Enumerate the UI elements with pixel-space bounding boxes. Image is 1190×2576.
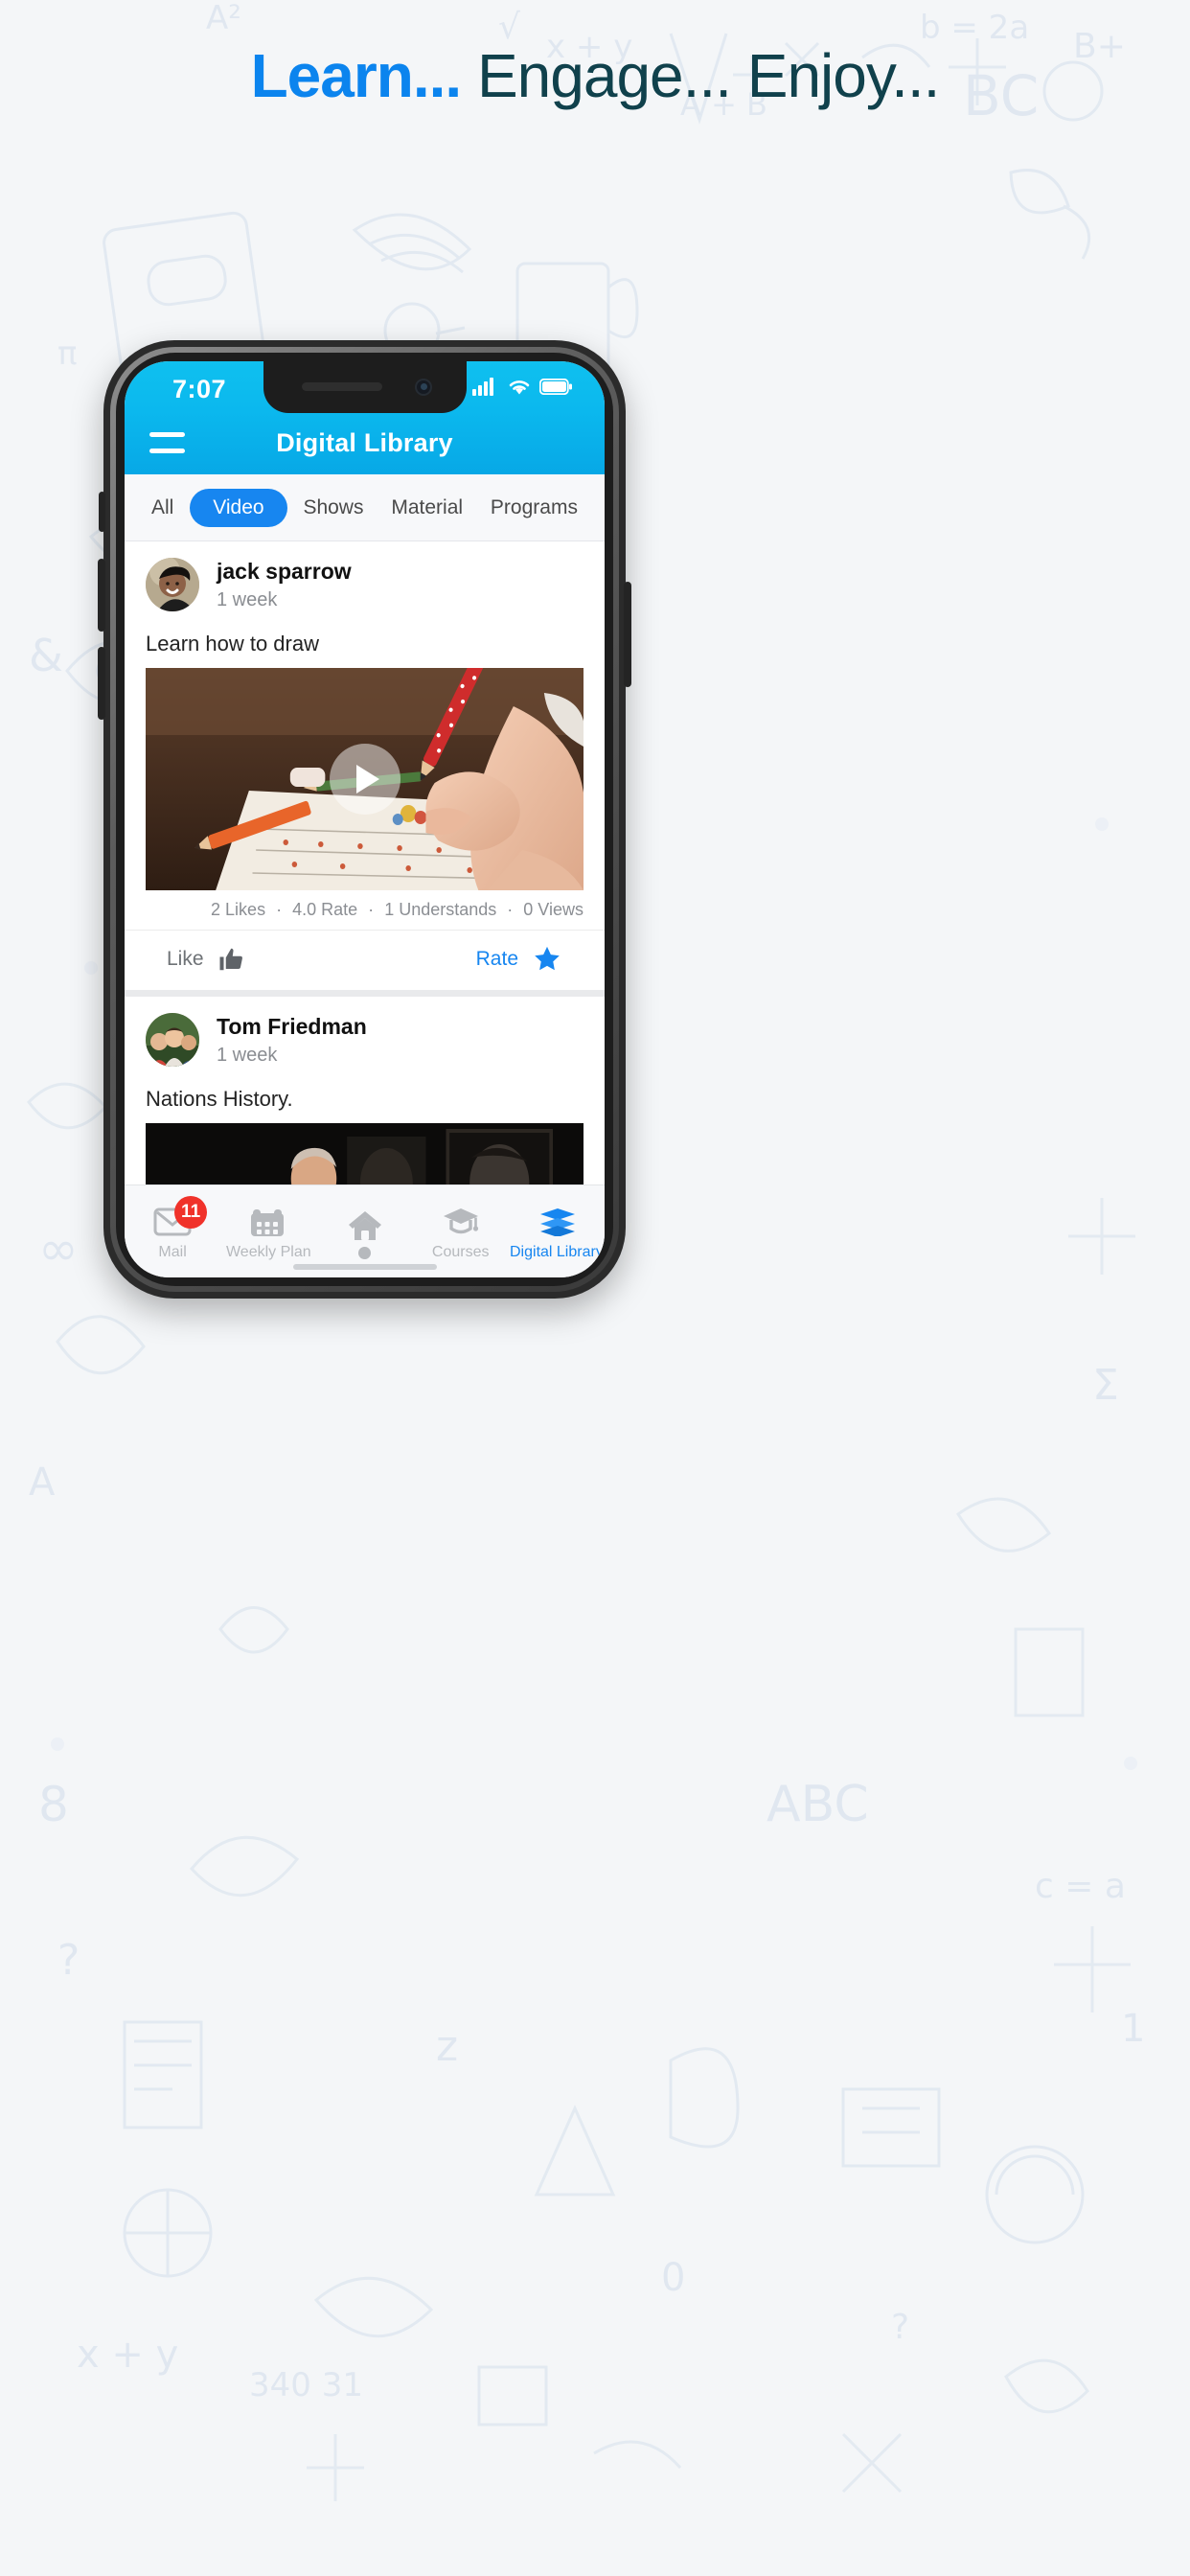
hamburger-menu-icon[interactable] — [149, 432, 185, 453]
tab-shows[interactable]: Shows — [291, 489, 375, 527]
phone-mute-switch[interactable] — [99, 492, 105, 532]
nav-label-digital-library: Digital Library — [510, 1244, 604, 1260]
svg-text:A: A — [29, 1460, 56, 1505]
tab-all[interactable]: All — [140, 489, 185, 527]
post-author-block: jack sparrow 1 week — [217, 558, 352, 612]
cellular-signal-icon — [472, 378, 493, 396]
nav-item-weekly-plan[interactable]: Weekly Plan — [220, 1202, 316, 1261]
svg-text:?: ? — [57, 1936, 80, 1985]
play-icon[interactable] — [329, 743, 400, 815]
tab-material[interactable]: Material — [379, 489, 474, 527]
tab-programs[interactable]: Programs — [479, 489, 589, 527]
stats-separator: · — [507, 899, 514, 919]
svg-text:c = a: c = a — [1035, 1867, 1126, 1906]
headline-word-engage: Engage... — [476, 41, 732, 110]
phone-screen: 7:07 Digital Library All Video Shows Mat… — [125, 361, 605, 1277]
promo-headline: Learn... Engage... Enjoy... — [0, 40, 1190, 111]
battery-icon — [539, 378, 572, 395]
tab-video[interactable]: Video — [190, 488, 287, 527]
svg-text:8: 8 — [38, 1777, 69, 1832]
phone-volume-down-button[interactable] — [98, 647, 105, 720]
wifi-icon — [509, 380, 530, 394]
phone-power-button[interactable] — [624, 582, 631, 687]
nav-item-digital-library[interactable]: Digital Library — [509, 1202, 605, 1261]
rate-button-label: Rate — [475, 947, 518, 970]
headline-word-learn: Learn... — [250, 41, 463, 110]
video-thumbnail-drawing[interactable] — [146, 667, 584, 890]
phone-notch — [263, 361, 467, 413]
avatar-tom-friedman[interactable] — [146, 1013, 199, 1068]
post-timestamp: 1 week — [217, 1044, 278, 1066]
home-icon — [346, 1208, 384, 1241]
stats-separator: · — [276, 899, 283, 919]
post-header: jack sparrow 1 week — [125, 541, 605, 622]
graduation-cap-icon — [442, 1206, 480, 1238]
home-active-dot — [358, 1246, 371, 1259]
feed-post: jack sparrow 1 week Learn how to draw 2 … — [125, 541, 605, 990]
svg-text:?: ? — [891, 2308, 909, 2347]
nav-item-courses[interactable]: Courses — [413, 1202, 509, 1261]
nav-item-home[interactable] — [316, 1205, 412, 1259]
headline-word-enjoy: Enjoy... — [746, 41, 941, 110]
star-icon — [535, 946, 560, 970]
nav-item-mail[interactable]: 11 Mail — [125, 1196, 220, 1261]
mail-badge-count: 11 — [174, 1196, 208, 1229]
like-button-label: Like — [167, 947, 204, 970]
rate-button[interactable]: Rate — [476, 944, 562, 975]
nav-label-mail: Mail — [158, 1244, 187, 1260]
svg-text:π: π — [57, 334, 77, 373]
svg-text:A²: A² — [206, 0, 241, 37]
post-stats: 2 Likes · 4.0 Rate · 1 Understands · 0 V… — [125, 890, 605, 931]
thumbs-up-icon — [219, 948, 242, 970]
nav-label-courses: Courses — [431, 1244, 490, 1260]
post-timestamp: 1 week — [217, 588, 278, 610]
status-bar-time: 7:07 — [172, 375, 227, 403]
feed-post: Tom Friedman 1 week Nations History. — [125, 996, 605, 1184]
home-indicator — [292, 1264, 437, 1270]
stats-separator: · — [368, 899, 375, 919]
svg-text:x + y: x + y — [77, 2333, 178, 2377]
post-views-count: 0 Views — [523, 899, 584, 919]
nav-label-weekly-plan: Weekly Plan — [225, 1244, 311, 1260]
books-icon — [538, 1206, 576, 1238]
post-header: Tom Friedman 1 week — [125, 997, 605, 1077]
mail-icon: 11 — [153, 1196, 208, 1238]
post-caption: Learn how to draw — [146, 631, 319, 656]
svg-text:1: 1 — [1121, 2007, 1145, 2051]
filter-tab-bar: All Video Shows Material Programs — [125, 474, 605, 541]
avatar-jack-sparrow[interactable] — [146, 558, 199, 612]
app-header: Digital Library — [125, 411, 605, 474]
svg-text:ABC: ABC — [767, 1776, 869, 1833]
post-caption: Nations History. — [146, 1086, 293, 1111]
post-author-name: Tom Friedman — [217, 1013, 367, 1039]
front-camera — [414, 379, 432, 396]
svg-text:∞: ∞ — [38, 1221, 79, 1276]
video-thumbnail-talk[interactable]: e 19 Age 47 — [146, 1122, 584, 1184]
phone-volume-up-button[interactable] — [98, 559, 105, 632]
post-understands-count: 1 Understands — [384, 899, 497, 919]
svg-text:Σ: Σ — [1092, 1361, 1119, 1410]
svg-text:340 31: 340 31 — [249, 2366, 363, 2404]
phone-mockup: 7:07 Digital Library All Video Shows Mat… — [98, 340, 631, 1299]
feed-list[interactable]: jack sparrow 1 week Learn how to draw 2 … — [125, 541, 605, 1184]
svg-text:z: z — [436, 2022, 458, 2071]
like-button[interactable]: Like — [167, 945, 246, 974]
calendar-icon — [249, 1206, 287, 1238]
earpiece-speaker — [301, 382, 382, 391]
post-action-bar: Like Rate — [125, 931, 605, 990]
page-title: Digital Library — [276, 427, 453, 457]
post-author-name: jack sparrow — [217, 559, 352, 584]
status-bar-icons — [472, 377, 572, 396]
svg-text:0: 0 — [661, 2256, 685, 2300]
post-likes-count: 2 Likes — [211, 899, 266, 919]
status-bar: 7:07 — [125, 361, 605, 413]
post-rate-value: 4.0 Rate — [292, 899, 358, 919]
post-author-block: Tom Friedman 1 week — [217, 1013, 367, 1068]
svg-text:&: & — [29, 630, 63, 681]
